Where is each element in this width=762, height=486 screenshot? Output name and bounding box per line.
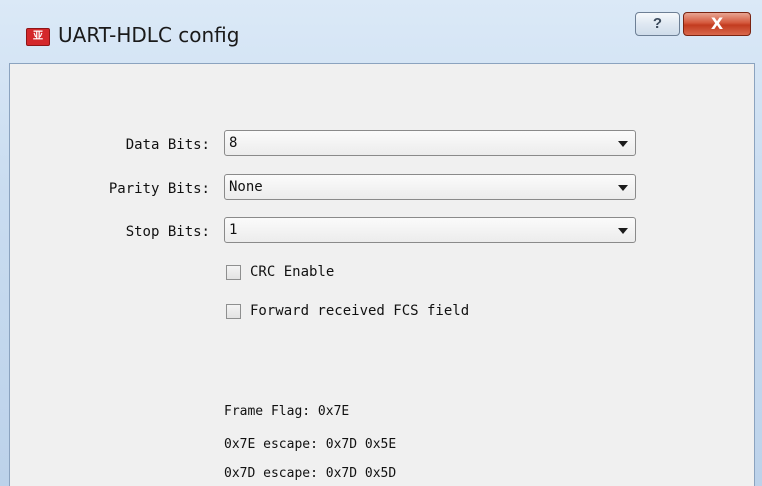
stop-bits-value: 1 bbox=[229, 222, 238, 238]
window-title: UART-HDLC config bbox=[58, 23, 240, 47]
escape-7e-text: 0x7E escape: 0x7D 0x5E bbox=[224, 437, 397, 452]
dropdown-arrow-icon bbox=[618, 141, 628, 147]
app-icon: 亚 bbox=[26, 28, 50, 46]
escape-7d-text: 0x7D escape: 0x7D 0x5D bbox=[224, 466, 397, 481]
help-button[interactable]: ? bbox=[635, 12, 680, 36]
stop-bits-label: Stop Bits: bbox=[125, 224, 210, 240]
parity-bits-select[interactable]: None bbox=[224, 174, 636, 200]
dropdown-arrow-icon bbox=[618, 185, 628, 191]
forward-fcs-checkbox[interactable] bbox=[226, 304, 241, 319]
forward-fcs-label: Forward received FCS field bbox=[250, 303, 470, 319]
parity-bits-label: Parity Bits: bbox=[108, 181, 210, 197]
frame-flag-text: Frame Flag: 0x7E bbox=[224, 404, 350, 419]
data-bits-value: 8 bbox=[229, 135, 238, 151]
stop-bits-select[interactable]: 1 bbox=[224, 217, 636, 243]
data-bits-label: Data Bits: bbox=[125, 137, 210, 153]
dialog-window: 亚 UART-HDLC config ? X Data Bits: 8 Pari… bbox=[0, 0, 762, 486]
crc-enable-label: CRC Enable bbox=[250, 264, 335, 280]
data-bits-select[interactable]: 8 bbox=[224, 130, 636, 156]
parity-bits-value: None bbox=[229, 179, 263, 195]
dropdown-arrow-icon bbox=[618, 228, 628, 234]
close-button[interactable]: X bbox=[683, 12, 751, 36]
crc-enable-checkbox[interactable] bbox=[226, 265, 241, 280]
dialog-body bbox=[9, 63, 755, 486]
